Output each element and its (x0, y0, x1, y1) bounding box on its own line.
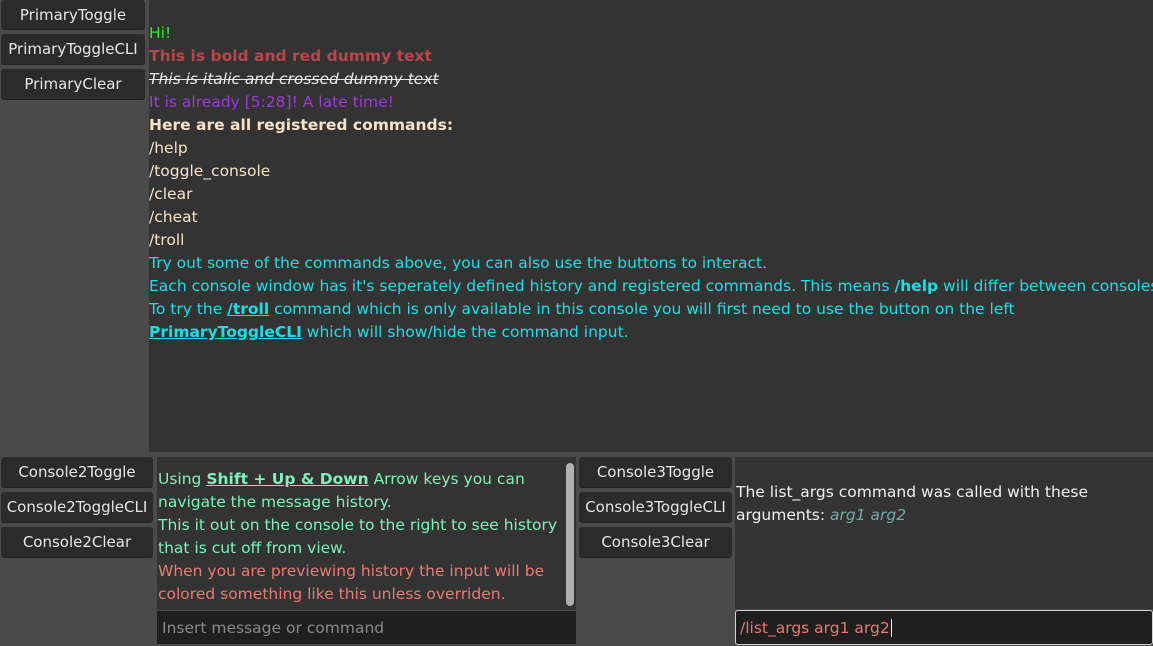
message-line: colored something like this unless overr… (158, 585, 506, 603)
message-line: PrimaryToggleCLI which will show/hide th… (149, 321, 1153, 344)
message-line: When you are previewing history the inpu… (158, 562, 545, 580)
message-line: that is cut off from view. (158, 539, 347, 557)
command-list-item: /toggle_console (149, 162, 271, 180)
message-text: Each console window has it's seperately … (149, 277, 895, 295)
console3-toggle-cli-button[interactable]: Console3ToggleCLI (579, 492, 732, 523)
message-text: which will show/hide the command input. (301, 323, 629, 341)
message-text: To try the (149, 300, 228, 318)
message-line: To try the /troll command which is only … (149, 298, 1153, 321)
shift-keys-ref: Shift + Up & Down (206, 470, 369, 488)
command-list-item: /clear (149, 185, 193, 203)
message-line: This it out on the console to the right … (158, 516, 558, 534)
console3-clear-button[interactable]: Console3Clear (579, 527, 732, 558)
message-line: Try out some of the commands above, you … (149, 254, 768, 272)
message-line: Each console window has it's seperately … (149, 275, 1153, 298)
message-line: The list_args command was called with th… (736, 483, 1088, 524)
message-text: Using (158, 470, 207, 488)
message-line: This is italic and crossed dummy text (149, 70, 439, 88)
console2-command-input[interactable] (157, 611, 576, 644)
console2-clear-button[interactable]: Console2Clear (1, 527, 153, 558)
primary-toggle-button[interactable]: PrimaryToggle (1, 0, 145, 30)
message-line: navigate the message history. (158, 493, 392, 511)
message-text: will differ between consoles. (938, 277, 1153, 295)
troll-command-link[interactable]: /troll (227, 300, 269, 318)
console2-toggle-button[interactable]: Console2Toggle (1, 457, 153, 488)
message-text: command which is only available in this … (269, 300, 1015, 318)
message-line: Here are all registered commands: (149, 116, 454, 134)
console2-scrollbar[interactable] (566, 463, 574, 606)
primary-toggle-cli-link[interactable]: PrimaryToggleCLI (149, 323, 302, 341)
primary-clear-button[interactable]: PrimaryClear (1, 69, 145, 100)
app-root: PrimaryToggle PrimaryToggleCLI PrimaryCl… (0, 0, 1153, 646)
command-list-item: /help (149, 139, 188, 157)
primary-console-output: Hi! This is bold and red dummy text This… (149, 0, 1153, 452)
message-line: Hi! (149, 24, 172, 42)
text-caret (890, 618, 892, 637)
message-line: This is bold and red dummy text (149, 47, 432, 65)
console3-command-input[interactable]: /list_args arg1 arg2 (735, 610, 1153, 645)
message-line: Using Shift + Up & Down Arrow keys you c… (158, 468, 556, 491)
message-line: It is already [5:28]! A late time! (149, 93, 394, 111)
command-list-item: /cheat (149, 208, 198, 226)
console2-output: Using Shift + Up & Down Arrow keys you c… (157, 457, 576, 610)
message-text: Arrow keys you can (368, 470, 525, 488)
args-text: arg1 arg2 (830, 506, 907, 524)
primary-toggle-cli-button[interactable]: PrimaryToggleCLI (1, 34, 145, 65)
console3-toggle-button[interactable]: Console3Toggle (579, 457, 732, 488)
command-list-item: /troll (149, 231, 185, 249)
help-command-ref: /help (894, 277, 939, 295)
console3-input-value: /list_args arg1 arg2 (740, 618, 890, 637)
message-text: The list_args command was called with th… (736, 483, 1088, 524)
console3-output: The list_args command was called with th… (735, 457, 1153, 609)
console2-toggle-cli-button[interactable]: Console2ToggleCLI (1, 492, 153, 523)
